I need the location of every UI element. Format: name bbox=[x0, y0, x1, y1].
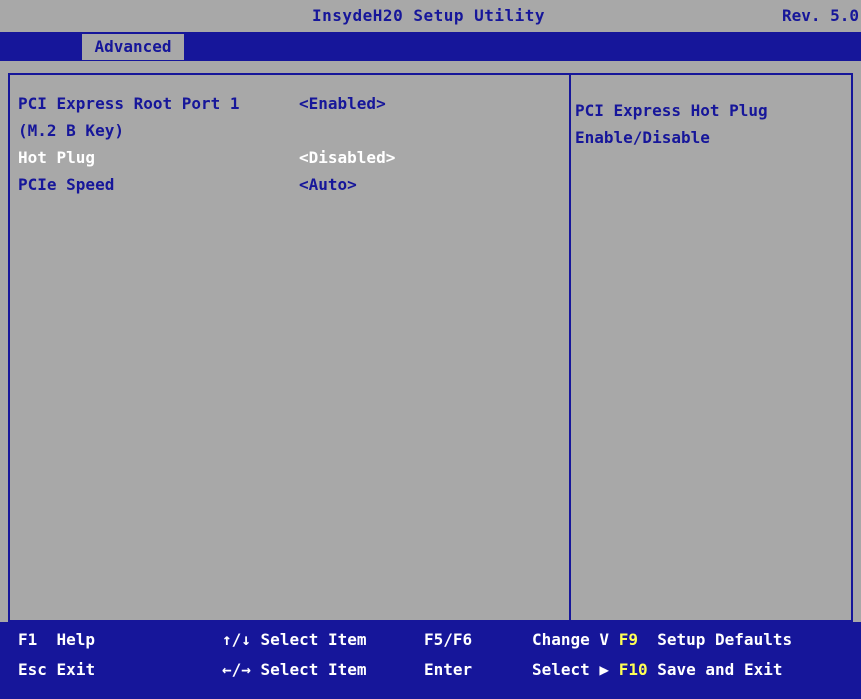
setting-pcie-root-port-label[interactable]: PCI Express Root Port 1 bbox=[18, 94, 240, 113]
setting-hot-plug-label[interactable]: Hot Plug bbox=[18, 148, 95, 167]
change-values: Change V F9 Setup Defaults bbox=[532, 630, 793, 649]
help-line-2: Enable/Disable bbox=[575, 128, 710, 147]
tab-advanced[interactable]: Advanced bbox=[82, 34, 184, 60]
setting-pcie-root-port-value[interactable]: <Enabled> bbox=[299, 94, 386, 113]
settings-panel: PCI Express Root Port 1 (M.2 B Key) <Ena… bbox=[8, 73, 853, 622]
help-text: PCI Express Hot Plug Enable/Disable bbox=[575, 97, 768, 151]
f5f6-key: F5/F6 bbox=[424, 630, 473, 649]
select-item-leftright: ←/→ Select Item bbox=[222, 660, 367, 679]
key-legend: F1 Help Esc Exit ↑/↓ Select Item ←/→ Sel… bbox=[0, 622, 861, 699]
help-line-1: PCI Express Hot Plug bbox=[575, 101, 768, 120]
enter-key: Enter bbox=[424, 660, 473, 679]
exit-key: Esc Exit bbox=[18, 660, 96, 679]
select-item-updown: ↑/↓ Select Item bbox=[222, 630, 367, 649]
setting-pcie-speed-label[interactable]: PCIe Speed bbox=[18, 175, 114, 194]
app-title: InsydeH20 Setup Utility bbox=[312, 6, 546, 25]
help-key: F1 Help bbox=[18, 630, 96, 649]
setting-hot-plug-value[interactable]: <Disabled> bbox=[299, 148, 395, 167]
save-and-exit: Select ▶ F10 Save and Exit bbox=[532, 660, 783, 679]
title-bar: InsydeH20 Setup Utility Rev. 5.0 bbox=[0, 0, 861, 32]
revision-label: Rev. 5.0 bbox=[781, 6, 859, 25]
panel-divider bbox=[569, 75, 571, 620]
setting-pcie-speed-value[interactable]: <Auto> bbox=[299, 175, 357, 194]
tab-bar: Advanced bbox=[0, 32, 861, 61]
setting-pcie-root-port-label-cont: (M.2 B Key) bbox=[18, 121, 124, 140]
